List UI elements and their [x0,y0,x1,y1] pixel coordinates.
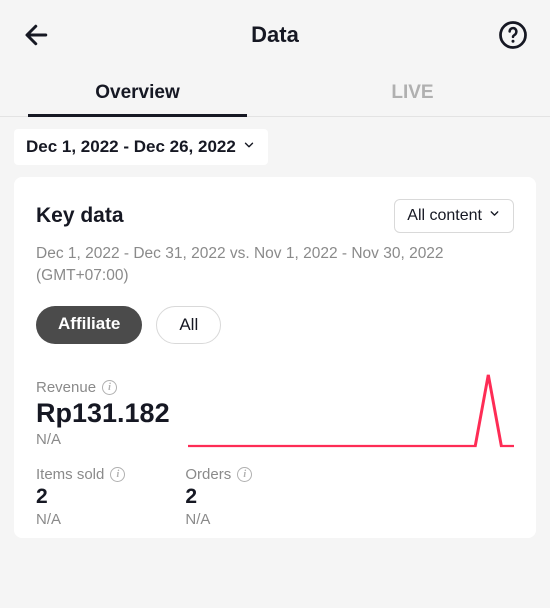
content-filter-label: All content [407,207,482,225]
revenue-sparkline [188,368,514,448]
chip-all[interactable]: All [156,306,221,344]
items-sold-value: 2 [36,485,125,509]
page-title: Data [251,22,299,48]
orders-label: Orders [185,466,231,483]
items-sold-label: Items sold [36,466,104,483]
content-filter-dropdown[interactable]: All content [394,199,514,233]
orders-metric: Orders i 2 N/A [185,466,252,528]
chip-affiliate[interactable]: Affiliate [36,306,142,344]
orders-sub: N/A [185,511,252,528]
revenue-label: Revenue [36,379,96,396]
chevron-down-icon [242,137,256,157]
info-icon[interactable]: i [237,467,252,482]
info-icon[interactable]: i [110,467,125,482]
help-circle-icon [498,20,528,50]
revenue-value: Rp131.182 [36,398,170,429]
tab-live[interactable]: LIVE [275,68,550,116]
orders-value: 2 [185,485,252,509]
key-data-card: Key data All content Dec 1, 2022 - Dec 3… [14,177,536,538]
date-range-picker[interactable]: Dec 1, 2022 - Dec 26, 2022 [14,129,268,165]
back-button[interactable] [22,20,52,50]
date-range-label: Dec 1, 2022 - Dec 26, 2022 [26,137,236,157]
tab-overview[interactable]: Overview [0,68,275,116]
arrow-left-icon [22,20,52,50]
tabs: Overview LIVE [0,68,550,117]
header: Data [0,0,550,68]
revenue-sub: N/A [36,431,170,448]
card-title: Key data [36,204,124,228]
info-icon[interactable]: i [102,380,117,395]
chevron-down-icon [488,207,501,225]
revenue-metric: Revenue i Rp131.182 N/A [36,379,170,448]
items-sold-sub: N/A [36,511,125,528]
help-button[interactable] [498,20,528,50]
compare-text: Dec 1, 2022 - Dec 31, 2022 vs. Nov 1, 20… [36,243,514,288]
chip-group: Affiliate All [36,306,514,344]
items-sold-metric: Items sold i 2 N/A [36,466,125,528]
